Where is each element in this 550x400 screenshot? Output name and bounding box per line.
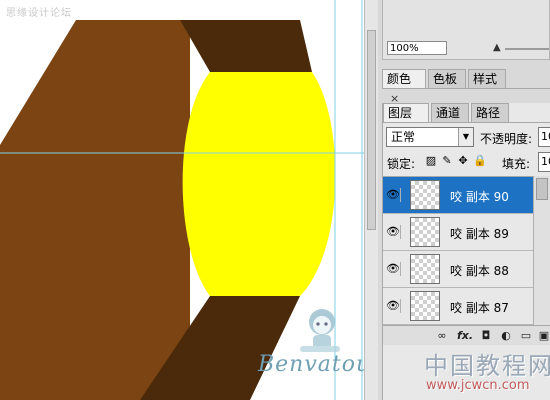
zoom-input[interactable]: 100% xyxy=(387,41,447,55)
tab-layers-label: 图层 xyxy=(388,106,413,120)
site-watermark-url: www.jcwcn.com xyxy=(426,378,530,393)
author-watermark: Benvatou xyxy=(258,352,364,377)
layer-row[interactable]: 👁 咬 副本 87 xyxy=(383,288,533,325)
scrollbar-thumb[interactable] xyxy=(367,30,376,230)
navigator-panel: 100% ▲ xyxy=(382,0,550,60)
blend-mode-select[interactable]: 正常 ▼ xyxy=(386,127,474,147)
pencil-artwork xyxy=(0,0,364,400)
blend-mode-value: 正常 xyxy=(391,130,416,144)
layer-name: 咬 副本 89 xyxy=(450,227,509,241)
forum-watermark: 思缘设计论坛 xyxy=(6,8,72,19)
lock-image-icon[interactable]: ✎ xyxy=(441,155,453,167)
layer-thumbnail xyxy=(410,254,440,284)
eye-icon[interactable]: 👁 xyxy=(386,262,401,276)
layer-thumbnail xyxy=(410,291,440,321)
pencil-end-face xyxy=(182,72,336,296)
site-watermark: 中国教程网 www.jcwcn.com xyxy=(364,340,550,400)
layer-thumbnail xyxy=(410,180,440,210)
lock-all-icon[interactable]: 🔒 xyxy=(473,155,487,167)
document-canvas[interactable]: 思缘设计论坛 Benvatou xyxy=(0,0,364,400)
layers-panel-tabs: 图层× 通道 路径 xyxy=(383,103,550,139)
layer-row[interactable]: 👁 咬 副本 90 xyxy=(383,177,533,214)
pencil-top-bevel xyxy=(180,20,312,72)
tab-styles[interactable]: 样式 xyxy=(468,69,506,88)
lock-row: 锁定: ▨ ✎ ✥ 🔒 填充: 10 xyxy=(383,152,550,174)
fill-input[interactable]: 10 xyxy=(538,152,550,172)
color-panel-tabs: 颜色× 色板 样式 xyxy=(382,69,550,105)
chevron-down-icon[interactable]: ▼ xyxy=(458,128,473,146)
layer-thumbnail xyxy=(410,217,440,247)
layer-row[interactable]: 👁 咬 副本 89 xyxy=(383,214,533,251)
tab-swatches[interactable]: 色板 xyxy=(428,69,466,88)
zoom-out-icon[interactable]: ▲ xyxy=(493,42,501,53)
layer-list: 👁 咬 副本 90 👁 咬 副本 89 👁 咬 副本 88 👁 咬 副本 87 xyxy=(383,176,533,326)
tab-color-label: 颜色 xyxy=(387,72,412,86)
mascot-watermark xyxy=(300,309,340,352)
site-watermark-cn: 中国教程网 xyxy=(424,352,550,380)
layer-name: 咬 副本 87 xyxy=(450,301,509,315)
tab-paths-label: 路径 xyxy=(476,106,501,120)
eye-icon[interactable]: 👁 xyxy=(386,225,401,239)
tab-styles-label: 样式 xyxy=(473,72,498,86)
layer-name: 咬 副本 90 xyxy=(450,190,509,204)
tab-paths[interactable]: 路径 xyxy=(471,103,509,122)
zoom-slider[interactable] xyxy=(505,48,549,50)
lock-position-icon[interactable]: ✥ xyxy=(457,155,469,167)
tab-layers[interactable]: 图层× xyxy=(383,103,429,139)
tab-channels[interactable]: 通道 xyxy=(431,103,469,122)
lock-label: 锁定: xyxy=(387,157,416,171)
layers-scrollbar-thumb[interactable] xyxy=(536,178,548,200)
lock-transparency-icon[interactable]: ▨ xyxy=(425,155,437,167)
eye-icon[interactable]: 👁 xyxy=(386,188,401,202)
pencil-body xyxy=(0,20,190,400)
layers-scrollbar[interactable] xyxy=(533,176,550,326)
layer-row[interactable]: 👁 咬 副本 88 xyxy=(383,251,533,288)
fill-label: 填充: xyxy=(502,157,531,171)
opacity-input[interactable]: 10 xyxy=(538,127,550,147)
blend-row: 正常 ▼ 不透明度: 10 xyxy=(383,127,550,149)
tab-channels-label: 通道 xyxy=(436,106,461,120)
tab-color[interactable]: 颜色× xyxy=(382,69,426,105)
eye-icon[interactable]: 👁 xyxy=(386,299,401,313)
opacity-label: 不透明度: xyxy=(480,132,533,146)
layer-name: 咬 副本 88 xyxy=(450,264,509,278)
tab-swatches-label: 色板 xyxy=(433,72,458,86)
